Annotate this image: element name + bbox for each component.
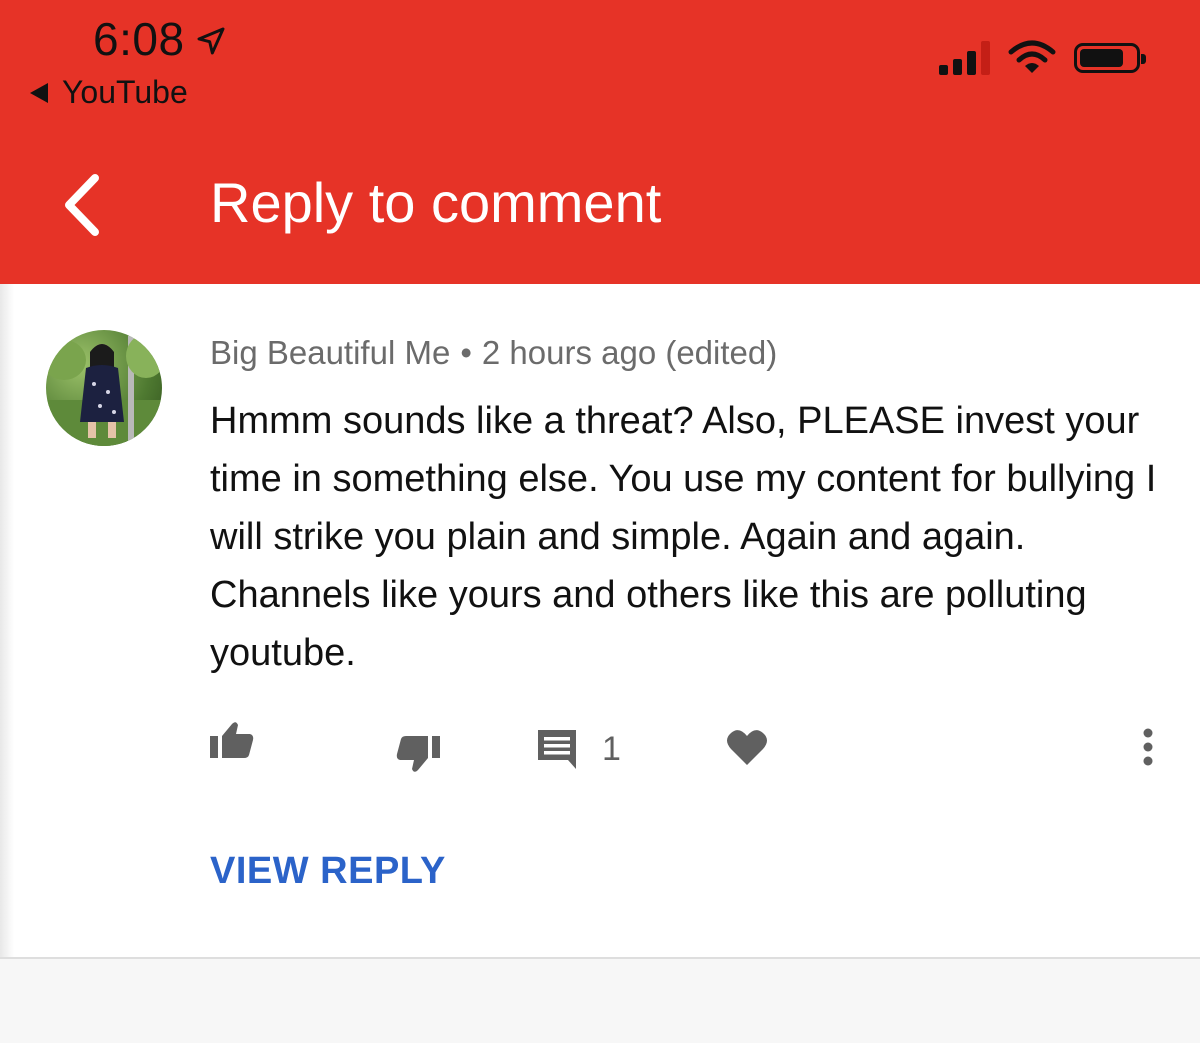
more-vert-icon	[1143, 728, 1153, 766]
bottom-area	[0, 959, 1200, 1043]
comment-author[interactable]: Big Beautiful Me	[210, 334, 450, 371]
like-button[interactable]	[210, 720, 254, 760]
back-triangle-icon	[30, 82, 48, 103]
avatar-image	[46, 334, 162, 446]
more-options-button[interactable]	[1140, 728, 1156, 768]
comment-meta: Big Beautiful Me • 2 hours ago (edited)	[210, 334, 777, 372]
heart-button[interactable]	[726, 728, 768, 766]
avatar[interactable]	[46, 330, 162, 446]
reply-count: 1	[602, 729, 621, 768]
status-time-text: 6:08	[93, 13, 185, 65]
comment-timestamp: 2 hours ago (edited)	[481, 334, 778, 371]
meta-separator: •	[460, 334, 472, 371]
dislike-button[interactable]	[396, 734, 440, 774]
thumbs-up-icon	[210, 722, 254, 758]
status-icons	[939, 40, 1146, 76]
thumbs-down-icon	[396, 736, 440, 772]
left-edge-shadow	[0, 284, 14, 960]
location-arrow-icon	[197, 27, 224, 55]
comment-body: Hmmm sounds like a threat? Also, PLEASE …	[210, 400, 1157, 674]
cellular-signal-icon	[939, 41, 990, 75]
heart-icon	[727, 730, 767, 765]
battery-icon	[1074, 43, 1146, 73]
status-time: 6:08	[93, 12, 227, 66]
view-reply-button[interactable]: VIEW REPLY	[210, 850, 446, 893]
reply-button[interactable]: 1	[536, 728, 621, 770]
comment-icon	[538, 730, 576, 769]
back-arrow-icon[interactable]	[55, 170, 115, 240]
app-header: 6:08 YouTube Reply to comment	[0, 0, 1200, 284]
page-title: Reply to comment	[210, 171, 662, 234]
back-to-app-link[interactable]: YouTube	[30, 74, 188, 111]
wifi-icon	[1008, 40, 1056, 73]
back-to-app-label: YouTube	[62, 74, 188, 110]
